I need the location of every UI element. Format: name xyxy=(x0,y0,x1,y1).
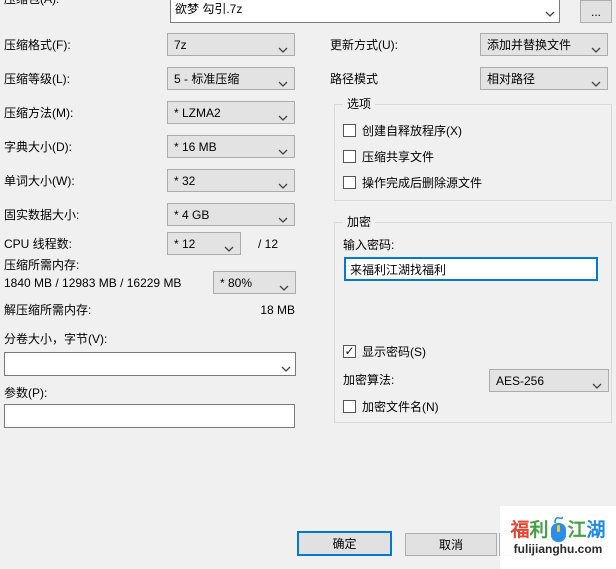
path-mode-dropdown[interactable]: 相对路径 xyxy=(480,67,608,90)
path-mode-value: 相对路径 xyxy=(487,70,587,87)
method-label: 压缩方法(M): xyxy=(4,106,73,120)
level-value: 5 - 标准压缩 xyxy=(174,70,274,87)
checkbox-label: 显示密码(S) xyxy=(362,343,426,360)
checkbox-box[interactable]: ✓ xyxy=(343,176,356,189)
chevron-down-icon xyxy=(224,241,234,247)
cpu-threads-label: CPU 线程数: xyxy=(4,237,72,251)
dictionary-dropdown[interactable]: * 16 MB xyxy=(167,135,295,158)
parameters-label: 参数(P): xyxy=(4,386,47,400)
chevron-down-icon xyxy=(278,110,288,116)
archive-name-label: 压缩包(A): xyxy=(4,0,59,6)
parameters-input[interactable] xyxy=(4,404,295,428)
chevron-down-icon xyxy=(278,178,288,184)
encryption-group: 加密 输入密码: ✓ 显示密码(S) 加密算法: AES-256 ✓ 加密文件名… xyxy=(334,222,612,423)
memory-usage-value: * 80% xyxy=(220,276,275,290)
level-dropdown[interactable]: 5 - 标准压缩 xyxy=(167,67,295,90)
cpu-threads-max: / 12 xyxy=(258,237,278,251)
volume-size-combobox[interactable] xyxy=(4,352,296,376)
chevron-down-icon xyxy=(591,76,601,82)
browse-button[interactable]: ... xyxy=(580,0,612,23)
checkbox-box[interactable]: ✓ xyxy=(343,345,356,358)
memory-decompress-value: 18 MB xyxy=(230,303,295,317)
cancel-button[interactable]: 取消 xyxy=(405,533,497,556)
encryption-method-label: 加密算法: xyxy=(343,373,394,387)
checkbox-show-password[interactable]: ✓ 显示密码(S) xyxy=(343,343,426,360)
watermark-logo: 福 利 江 湖 xyxy=(510,520,605,542)
cpu-threads-value: * 12 xyxy=(174,237,220,251)
update-mode-label: 更新方式(U): xyxy=(330,38,398,52)
word-size-value: * 32 xyxy=(174,174,274,188)
cpu-threads-dropdown[interactable]: * 12 xyxy=(167,232,241,255)
ok-button[interactable]: 确定 xyxy=(297,531,392,556)
level-label: 压缩等级(L): xyxy=(4,72,70,86)
volume-size-label: 分卷大小，字节(V): xyxy=(4,332,107,346)
word-size-dropdown[interactable]: * 32 xyxy=(167,169,295,192)
encryption-method-dropdown[interactable]: AES-256 xyxy=(489,369,609,392)
chevron-down-icon xyxy=(278,76,288,82)
chevron-down-icon xyxy=(279,280,289,286)
memory-decompress-label: 解压缩所需内存: xyxy=(4,303,91,317)
archive-name-value: 欲梦 勾引.7z xyxy=(175,0,541,17)
watermark-domain: fulijianghu.com xyxy=(514,542,603,556)
checkbox-label: 加密文件名(N) xyxy=(362,398,439,415)
password-label: 输入密码: xyxy=(343,238,394,252)
memory-usage-dropdown[interactable]: * 80% xyxy=(213,271,296,294)
solid-size-dropdown[interactable]: * 4 GB xyxy=(167,203,295,226)
watermark-char: 湖 xyxy=(587,521,606,541)
memory-compress-detail: 1840 MB / 12983 MB / 16229 MB xyxy=(4,276,181,290)
chevron-down-icon xyxy=(591,42,601,48)
solid-size-value: * 4 GB xyxy=(174,208,274,222)
archive-name-combobox[interactable]: 欲梦 勾引.7z xyxy=(170,0,560,23)
checkbox-compress-shared[interactable]: ✓ 压缩共享文件 xyxy=(343,148,434,165)
method-dropdown[interactable]: * LZMA2 xyxy=(167,101,295,124)
dictionary-value: * 16 MB xyxy=(174,140,274,154)
update-mode-dropdown[interactable]: 添加并替换文件 xyxy=(480,33,608,56)
checkbox-label: 操作完成后删除源文件 xyxy=(362,174,482,191)
format-value: 7z xyxy=(174,38,274,52)
encryption-method-value: AES-256 xyxy=(496,374,588,388)
checkbox-delete-after[interactable]: ✓ 操作完成后删除源文件 xyxy=(343,174,482,191)
checkbox-box[interactable]: ✓ xyxy=(343,150,356,163)
chevron-down-icon xyxy=(278,144,288,150)
encryption-group-title: 加密 xyxy=(343,215,375,230)
watermark-char: 福 xyxy=(510,521,529,541)
add-to-archive-dialog: 压缩包(A): 欲梦 勾引.7z ... 压缩格式(F): 7z 压缩等级(L)… xyxy=(0,0,616,569)
mouse-icon xyxy=(551,520,566,542)
checkbox-box[interactable]: ✓ xyxy=(343,124,356,137)
checkbox-label: 压缩共享文件 xyxy=(362,148,434,165)
checkbox-encrypt-filenames[interactable]: ✓ 加密文件名(N) xyxy=(343,398,439,415)
format-dropdown[interactable]: 7z xyxy=(167,33,295,56)
checkbox-create-sfx[interactable]: ✓ 创建自释放程序(X) xyxy=(343,122,462,139)
word-size-label: 单词大小(W): xyxy=(4,174,75,188)
chevron-down-icon xyxy=(278,42,288,48)
options-group-title: 选项 xyxy=(343,97,375,112)
watermark-char: 利 xyxy=(529,521,548,541)
fulijianghu-watermark: 福 利 江 湖 fulijianghu.com xyxy=(500,506,616,569)
options-group: 选项 ✓ 创建自释放程序(X) ✓ 压缩共享文件 ✓ 操作完成后删除源文件 xyxy=(334,104,612,201)
chevron-down-icon xyxy=(278,212,288,218)
memory-compress-label: 压缩所需内存: xyxy=(4,258,79,272)
check-icon: ✓ xyxy=(344,346,354,357)
checkbox-box[interactable]: ✓ xyxy=(343,400,356,413)
chevron-down-icon[interactable] xyxy=(281,361,291,367)
format-label: 压缩格式(F): xyxy=(4,38,71,52)
watermark-char: 江 xyxy=(568,521,587,541)
solid-size-label: 固实数据大小: xyxy=(4,208,79,222)
checkbox-label: 创建自释放程序(X) xyxy=(362,122,462,139)
path-mode-label: 路径模式 xyxy=(330,72,378,86)
chevron-down-icon[interactable] xyxy=(545,6,555,12)
update-mode-value: 添加并替换文件 xyxy=(487,36,587,53)
chevron-down-icon xyxy=(592,378,602,384)
dictionary-label: 字典大小(D): xyxy=(4,140,72,154)
method-value: * LZMA2 xyxy=(174,106,274,120)
password-input[interactable] xyxy=(344,257,598,281)
